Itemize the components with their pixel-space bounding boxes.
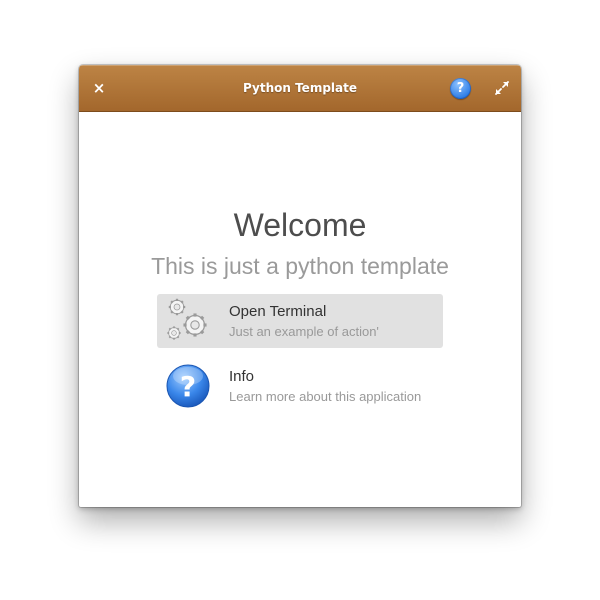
help-icon: ? xyxy=(456,81,465,96)
welcome-subtitle: This is just a python template xyxy=(151,253,449,279)
welcome-heading: Welcome xyxy=(233,207,367,243)
action-description: Learn more about this application xyxy=(229,389,422,404)
titlebar[interactable]: × Python Template ? xyxy=(79,65,521,112)
action-title: Open Terminal xyxy=(229,303,327,320)
app-window: × Python Template ? Welcome This is just… xyxy=(79,65,521,507)
maximize-button[interactable] xyxy=(493,79,511,97)
close-button[interactable]: × xyxy=(89,78,109,98)
action-title: Info xyxy=(229,368,255,385)
info-action[interactable]: ? Info Learn more about this application xyxy=(157,359,443,413)
maximize-icon xyxy=(495,81,509,95)
svg-text:?: ? xyxy=(180,370,196,403)
help-button[interactable]: ? xyxy=(450,78,471,99)
gears-icon xyxy=(166,297,209,341)
help-icon: ? xyxy=(166,364,210,408)
action-description: Just an example of action' xyxy=(229,324,379,339)
open-terminal-action[interactable]: Open Terminal Just an example of action' xyxy=(157,294,443,348)
